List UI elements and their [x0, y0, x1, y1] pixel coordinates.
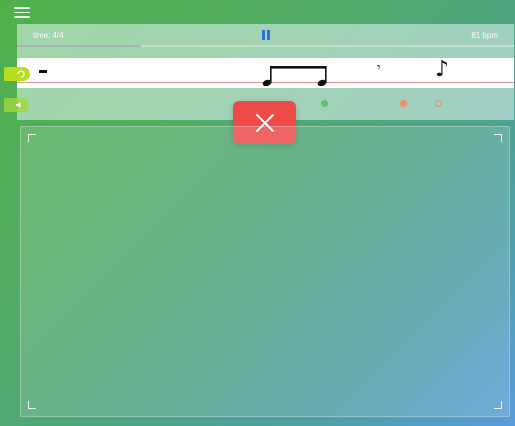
eighth-rest-icon: 𝄾	[377, 60, 381, 76]
pause-icon	[262, 30, 265, 40]
orange-ring-icon	[435, 100, 442, 107]
corner-bracket-icon	[494, 134, 502, 142]
status-bar: time: 4/4 81 bpm	[17, 24, 514, 47]
orange-dot-icon	[400, 100, 407, 107]
sound-tab[interactable]	[4, 98, 28, 112]
time-signature: time: 4/4	[33, 31, 64, 40]
pause-button[interactable]	[261, 30, 271, 40]
corner-bracket-icon	[494, 401, 502, 409]
speaker-icon	[16, 102, 21, 108]
loop-icon	[17, 70, 25, 78]
whole-rest-icon	[39, 70, 47, 73]
eighth-note-icon: ♪	[435, 57, 450, 82]
beamed-eighth-notes-icon	[262, 66, 327, 86]
progress-fill	[17, 45, 142, 47]
corner-bracket-icon	[28, 401, 36, 409]
loop-tab[interactable]	[4, 67, 30, 81]
input-pad[interactable]	[20, 126, 510, 417]
corner-bracket-icon	[28, 134, 36, 142]
progress-track[interactable]	[17, 45, 514, 47]
tempo-readout: 81 bpm	[471, 31, 498, 40]
music-staff: 𝄾 ♪	[17, 57, 514, 88]
green-dot-icon	[321, 100, 328, 107]
hamburger-menu-icon[interactable]	[14, 7, 30, 18]
